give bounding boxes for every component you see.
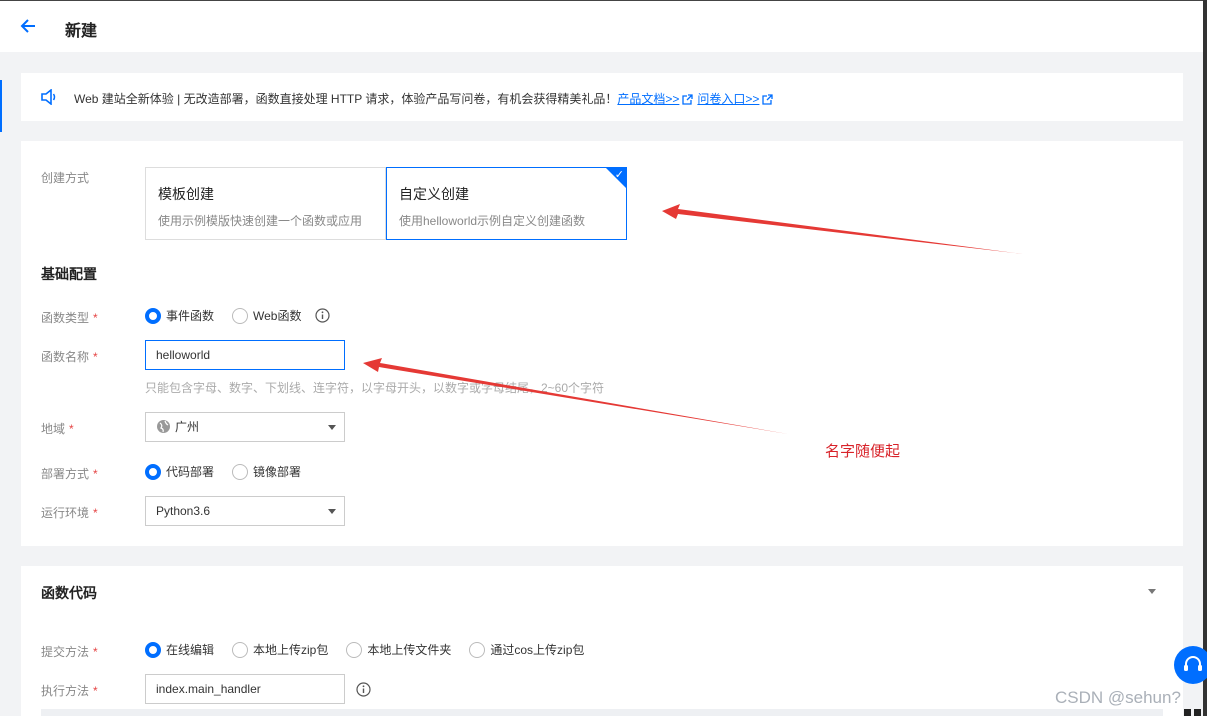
headset-icon <box>1184 656 1202 671</box>
radio-label: 通过cos上传zip包 <box>490 643 585 657</box>
nav-accent <box>0 80 2 132</box>
region-label: 地域 * <box>41 422 74 436</box>
external-link-icon <box>682 94 694 105</box>
radio-label: 事件函数 <box>166 309 215 323</box>
product-docs-link[interactable]: 产品文档>> <box>617 92 679 106</box>
func-type-label: 函数类型 * <box>41 311 98 325</box>
radio-image-deploy[interactable]: 镜像部署 <box>232 463 301 480</box>
func-name-input[interactable] <box>145 340 345 370</box>
radio-dot <box>145 463 161 480</box>
page-title: 新建 <box>65 23 98 40</box>
annotation-text: 名字随便起 <box>825 443 901 460</box>
handler-label: 执行方法 * <box>41 684 98 698</box>
radio-dot <box>469 641 486 658</box>
info-icon[interactable] <box>315 308 331 323</box>
external-link-icon <box>762 94 774 105</box>
submit-radio-group: 在线编辑 本地上传zip包 本地上传文件夹 通过cos上传zip包 <box>145 641 602 658</box>
create-card: 创建方式 模板创建 使用示例模版快速创建一个函数或应用 自定义创建 使用hell… <box>21 141 1183 546</box>
create-method-label: 创建方式 <box>41 171 90 185</box>
radio-upload-zip[interactable]: 本地上传zip包 <box>232 641 328 658</box>
book-icon <box>1184 709 1201 716</box>
radio-online-edit[interactable]: 在线编辑 <box>145 641 214 658</box>
radio-upload-folder[interactable]: 本地上传文件夹 <box>346 641 451 658</box>
top-bar: 新建 <box>0 0 1203 52</box>
radio-cos-zip[interactable]: 通过cos上传zip包 <box>469 641 584 658</box>
radio-dot <box>145 307 161 324</box>
collapse-icon[interactable] <box>1148 589 1156 594</box>
region-select[interactable]: 广州 <box>145 412 345 442</box>
deploy-label: 部署方式 * <box>41 467 98 481</box>
notice-message: Web 建站全新体验 | 无改造部署，函数直接处理 HTTP 请求，体验产品写问… <box>74 92 618 106</box>
region-value: 广州 <box>175 420 200 434</box>
radio-dot <box>346 641 363 658</box>
func-type-radio-group: 事件函数 Web函数 <box>145 307 331 324</box>
basic-config-title: 基础配置 <box>41 266 97 282</box>
func-name-hint: 只能包含字母、数字、下划线、连字符，以字母开头，以数字或字母结尾，2~60个字符 <box>145 381 605 395</box>
notice-text: Web 建站全新体验 | 无改造部署，函数直接处理 HTTP 请求，体验产品写问… <box>74 90 777 107</box>
function-code-title: 函数代码 <box>41 585 97 601</box>
radio-label: 代码部署 <box>166 465 215 479</box>
back-arrow-icon[interactable] <box>18 15 40 37</box>
radio-label: 在线编辑 <box>166 643 215 657</box>
func-name-label: 函数名称 * <box>41 350 98 364</box>
speaker-icon <box>41 89 56 105</box>
radio-dot <box>232 307 249 324</box>
option-title: 自定义创建 <box>399 186 469 202</box>
code-editor-area[interactable] <box>41 709 1163 716</box>
option-title: 模板创建 <box>158 186 214 202</box>
scrollbar[interactable] <box>1203 0 1207 716</box>
option-desc: 使用示例模版快速创建一个函数或应用 <box>158 214 363 228</box>
globe-icon <box>157 420 170 433</box>
option-desc: 使用helloworld示例自定义创建函数 <box>399 214 586 228</box>
radio-dot <box>232 641 249 658</box>
template-create-option[interactable]: 模板创建 使用示例模版快速创建一个函数或应用 <box>145 167 386 240</box>
check-icon: ✓ <box>614 169 624 181</box>
deploy-radio-group: 代码部署 镜像部署 <box>145 463 319 480</box>
survey-link[interactable]: 问卷入口>> <box>697 92 759 106</box>
custom-create-option[interactable]: 自定义创建 使用helloworld示例自定义创建函数 ✓ <box>386 167 627 240</box>
chevron-down-icon <box>328 509 336 514</box>
radio-label: Web函数 <box>253 309 302 323</box>
support-button[interactable] <box>1174 646 1207 684</box>
runtime-value: Python3.6 <box>156 504 211 518</box>
notice-banner: Web 建站全新体验 | 无改造部署，函数直接处理 HTTP 请求，体验产品写问… <box>21 73 1183 121</box>
watermark: CSDN @sehun? <box>1055 688 1181 707</box>
radio-dot <box>232 463 249 480</box>
radio-web-function[interactable]: Web函数 <box>232 307 301 324</box>
handler-input[interactable] <box>145 674 345 704</box>
submit-method-label: 提交方法 * <box>41 645 98 659</box>
info-icon[interactable] <box>356 682 371 697</box>
code-card: 函数代码 提交方法 * 在线编辑 本地上传zip包 本地上传文件夹 通过cos上传… <box>21 566 1183 716</box>
radio-code-deploy[interactable]: 代码部署 <box>145 463 214 480</box>
radio-dot <box>145 641 161 658</box>
runtime-select[interactable]: Python3.6 <box>145 496 345 526</box>
radio-label: 镜像部署 <box>253 465 302 479</box>
radio-label: 本地上传文件夹 <box>367 643 452 657</box>
radio-label: 本地上传zip包 <box>253 643 329 657</box>
runtime-label: 运行环境 * <box>41 506 98 520</box>
chevron-down-icon <box>328 425 336 430</box>
radio-event-function[interactable]: 事件函数 <box>145 307 214 324</box>
